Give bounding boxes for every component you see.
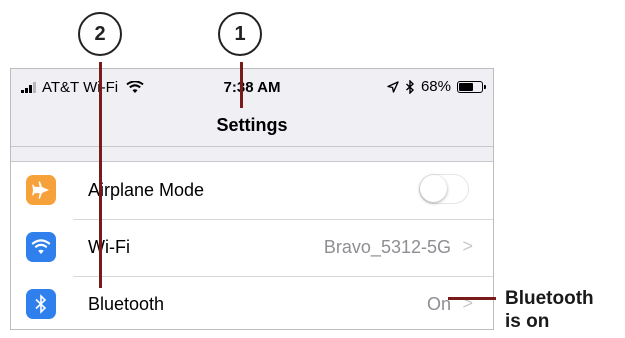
callout-2: 2: [78, 12, 122, 56]
settings-row-airplane-mode[interactable]: Airplane Mode: [11, 162, 493, 219]
bluetooth-status-icon: [405, 79, 414, 94]
airplane-mode-toggle[interactable]: [419, 174, 469, 204]
settings-screen: AT&T Wi-Fi 7:38 AM 68% Settings Airplane…: [10, 68, 494, 330]
callout-1-line: [240, 62, 243, 108]
airplane-mode-label: Airplane Mode: [88, 180, 205, 200]
wifi-icon: [26, 232, 56, 262]
wifi-network-value: Bravo_5312-5G: [323, 237, 451, 257]
callout-1: 1: [218, 12, 262, 56]
chevron-right-icon: >: [462, 236, 473, 256]
status-bar: AT&T Wi-Fi 7:38 AM 68%: [11, 69, 493, 103]
bluetooth-icon: [26, 289, 56, 319]
bluetooth-label: Bluetooth: [88, 294, 165, 314]
airplane-icon: [26, 175, 56, 205]
settings-row-wifi[interactable]: Wi-Fi Bravo_5312-5G >: [11, 219, 493, 276]
battery-icon: [457, 80, 486, 93]
callout-2-line: [99, 62, 102, 288]
battery-percent: 68%: [420, 78, 451, 95]
page-title: Settings: [216, 115, 288, 135]
settings-row-bluetooth[interactable]: Bluetooth On >: [11, 276, 493, 329]
bluetooth-callout-line1: Bluetooth: [505, 288, 594, 309]
bluetooth-callout-line2: is on: [505, 311, 550, 332]
navigation-bar: Settings: [11, 103, 493, 147]
bluetooth-callout-line: [448, 297, 496, 300]
toggle-knob: [420, 175, 447, 202]
status-right: 68%: [387, 78, 486, 95]
wifi-label: Wi-Fi: [88, 237, 130, 257]
location-arrow-icon: [387, 80, 399, 93]
settings-list: Airplane Mode Wi-Fi Bravo_5312-5G > Blue…: [11, 161, 493, 329]
bluetooth-callout-text: Bluetooth is on: [505, 287, 594, 333]
